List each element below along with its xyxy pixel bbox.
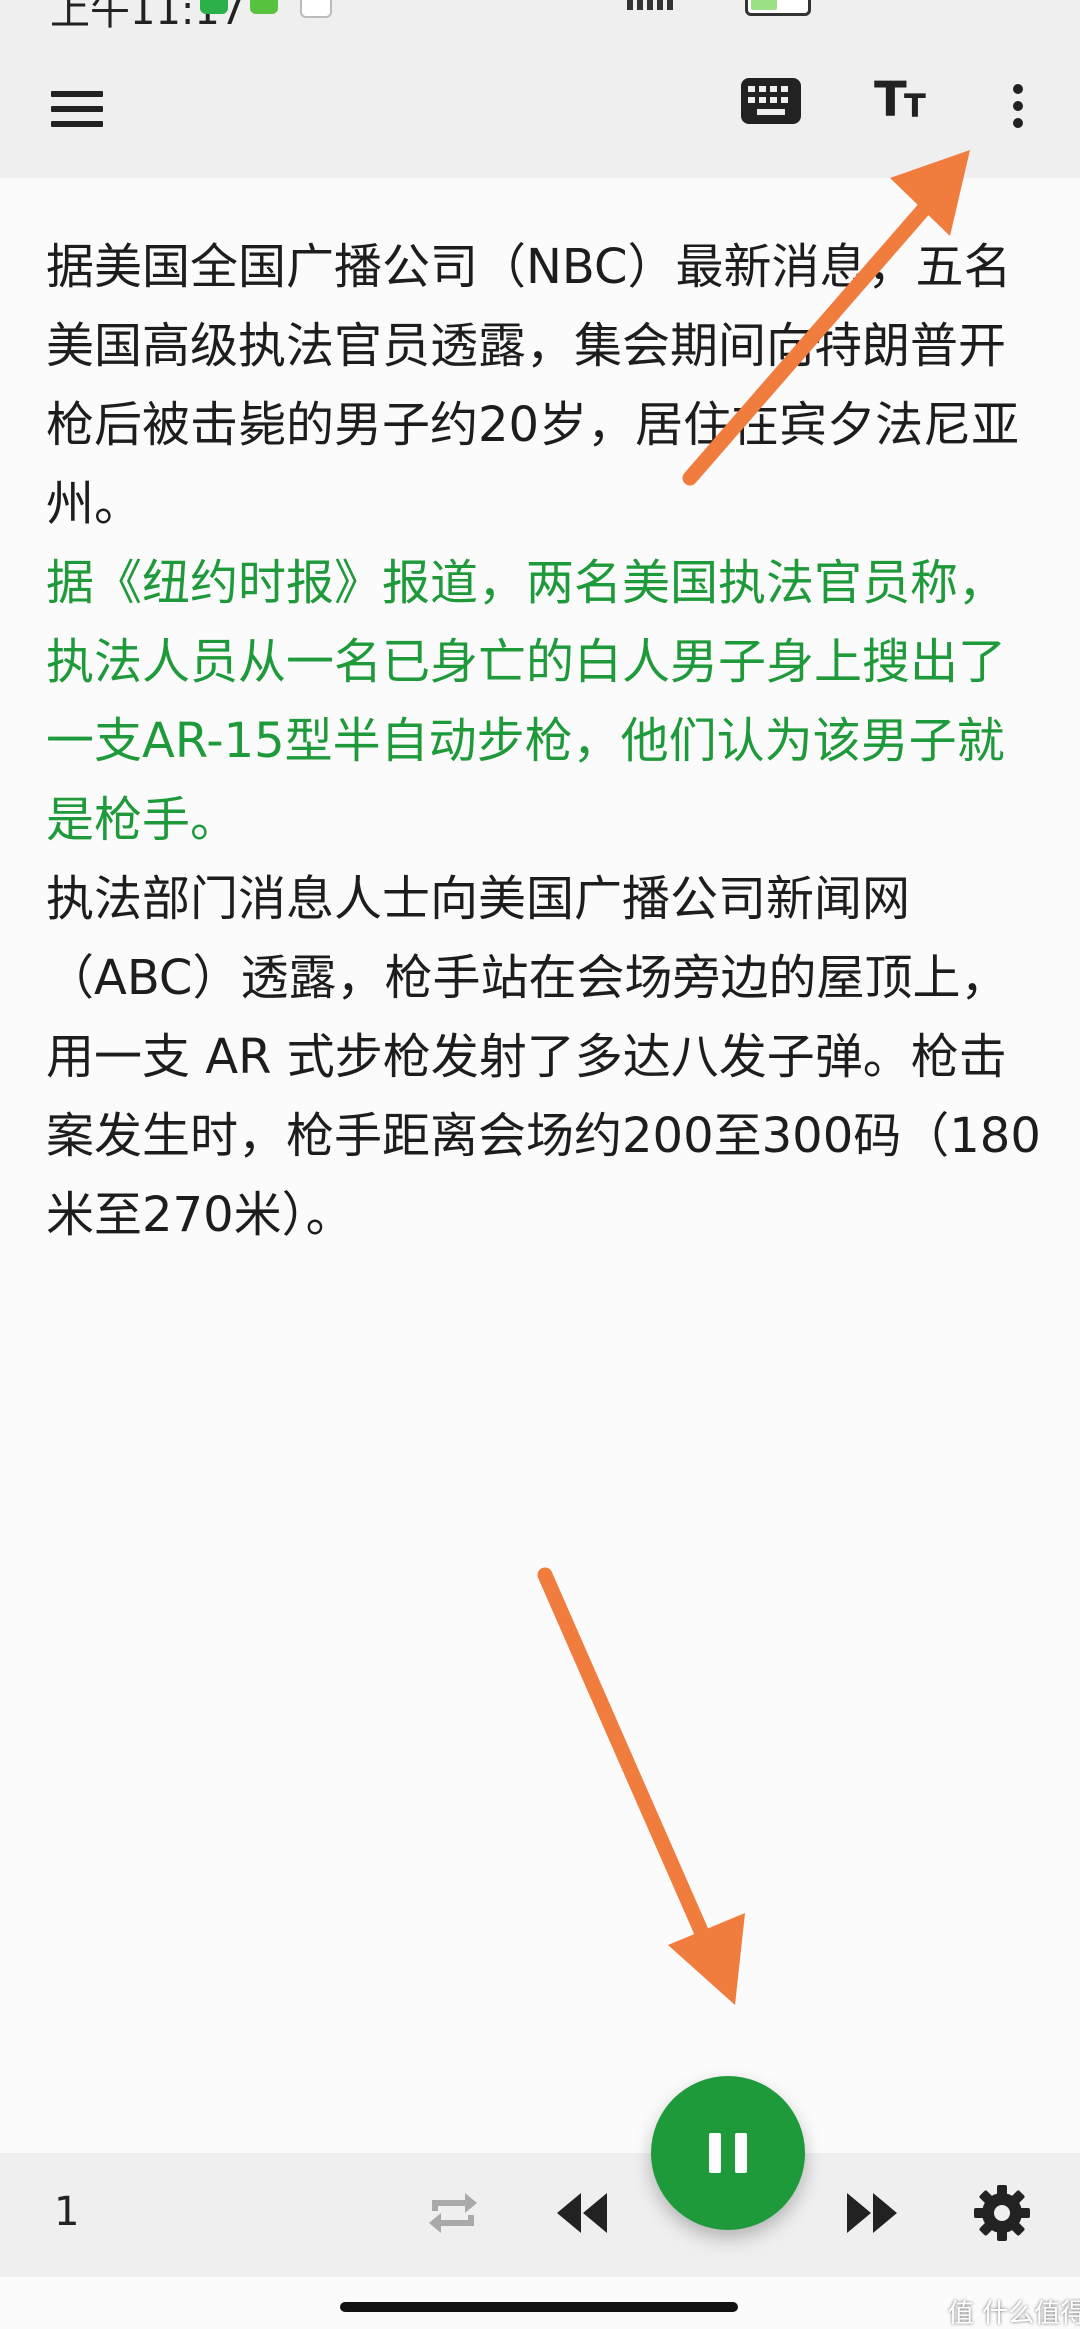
gear-icon[interactable] — [972, 2183, 1032, 2243]
fast-forward-icon[interactable] — [843, 2191, 899, 2235]
more-vert-dot — [1013, 101, 1023, 111]
screen: 上午11:17 T T 据美国全国广播公司（NBC）最新消息，五名美国高级执法官… — [0, 0, 1080, 2329]
signal-icon — [627, 0, 675, 10]
pause-icon-bar — [709, 2133, 721, 2173]
more-vert-dot — [1013, 84, 1023, 94]
battery-icon — [745, 0, 811, 16]
keyboard-icon[interactable] — [740, 76, 802, 126]
playback-bar: 1 — [0, 2153, 1080, 2277]
paragraph: 执法部门消息人士向美国广播公司新闻网（ABC）透露，枪手站在会场旁边的屋顶上，用… — [46, 871, 1041, 1243]
paragraph: 据美国全国广播公司（NBC）最新消息，五名美国高级执法官员透露，集会期间向特朗普… — [46, 239, 1020, 532]
paragraph-highlighted: 据《纽约时报》报道，两名美国执法官员称，执法人员从一名已身亡的白人男子身上搜出了… — [46, 555, 1007, 848]
more-vert-dot — [1013, 118, 1023, 128]
pause-icon[interactable] — [651, 2076, 805, 2230]
text-size-glyph-small: T — [904, 87, 926, 125]
fast-rewind-icon[interactable] — [555, 2191, 611, 2235]
menu-icon[interactable] — [40, 72, 114, 146]
menu-icon-line — [51, 106, 103, 112]
text-size-icon[interactable]: T T — [870, 66, 940, 136]
reading-content: 据美国全国广播公司（NBC）最新消息，五名美国高级执法官员透露，集会期间向特朗普… — [46, 228, 1046, 1255]
page-number: 1 — [54, 2189, 80, 2235]
app-notification-icon — [300, 0, 332, 18]
wechat-notification-icon — [200, 0, 228, 14]
repeat-icon[interactable] — [425, 2185, 481, 2241]
chat-notification-icon — [250, 0, 278, 14]
pause-icon-bar — [735, 2133, 747, 2173]
menu-icon-line — [51, 91, 103, 97]
menu-icon-line — [51, 121, 103, 127]
text-size-glyph-large: T — [874, 72, 907, 128]
home-indicator[interactable] — [340, 2302, 738, 2312]
arrow-to-play-pause-button — [537, 1567, 745, 2005]
status-bar: 上午11:17 — [0, 0, 1080, 28]
watermark: 值 什么值得买 — [948, 2299, 1080, 2329]
app-toolbar: T T — [0, 28, 1080, 178]
more-vert-icon[interactable] — [1000, 70, 1036, 142]
